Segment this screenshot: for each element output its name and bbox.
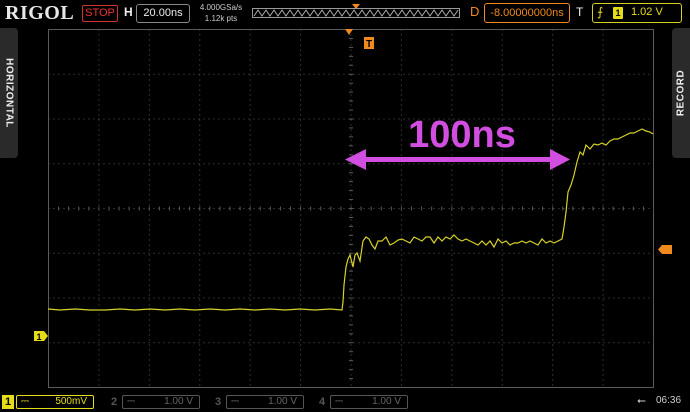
trigger-label: T [576, 5, 584, 19]
channel-1-ground-marker-label: 1 [36, 332, 41, 342]
channel-2-number: 2 [110, 396, 118, 408]
memory-position-strip[interactable] [252, 4, 460, 20]
channel-4-scale: 1.00 V [372, 396, 401, 407]
usb-icon: ⭠ [637, 395, 646, 407]
trigger-source-badge: 1 [613, 7, 623, 19]
channel-1-scale-box: ⎓ 500mV [16, 395, 94, 409]
channel-1-number: 1 [2, 395, 14, 409]
trigger-time-marker[interactable]: T [345, 29, 374, 50]
trigger-level-marker[interactable] [658, 245, 672, 254]
channel-1-ground-marker[interactable]: 1 [34, 331, 48, 342]
rigol-logo: RIGOL [5, 2, 75, 24]
channel-2-scale-box: ⎓ 1.00 V [122, 395, 200, 409]
run-stop-status[interactable]: STOP [82, 5, 118, 22]
sample-rate: 4.000GSa/s [199, 3, 243, 12]
channel-3-number: 3 [214, 396, 222, 408]
dc-coupling-icon: ⎓ [231, 396, 239, 407]
channel-4-number: 4 [318, 396, 326, 408]
trigger-level: 1.02 V [631, 6, 663, 18]
channel-3-scale-box: ⎓ 1.00 V [226, 395, 304, 409]
time-base-button[interactable]: 20.00ns [136, 4, 190, 23]
horizontal-label: H [124, 5, 133, 19]
time-annotation-label: 100ns [408, 114, 516, 156]
top-status-bar: RIGOL STOP H 20.00ns 4.000GSa/s 1.12k pt… [0, 0, 690, 27]
dc-coupling-icon: ⎓ [335, 396, 343, 407]
memory-depth: 1.12k pts [204, 14, 238, 23]
waveform-display[interactable]: 100ns T 1 [0, 27, 690, 390]
clock: 06:36 [656, 395, 682, 406]
channel-1-scale: 500mV [55, 396, 87, 407]
graticule [48, 29, 654, 388]
delay-button[interactable]: -8.00000000ns [484, 3, 570, 23]
channel-2-scale: 1.00 V [164, 396, 193, 407]
channel-bar: 1 ⎓ 500mV 2 ⎓ 1.00 V 3 ⎓ 1.00 V 4 ⎓ 1.00… [0, 392, 690, 412]
acquisition-info: 4.000GSa/s 1.12k pts [194, 2, 248, 24]
channel-3-scale: 1.00 V [268, 396, 297, 407]
center-ticks [48, 29, 654, 388]
dc-coupling-icon: ⎓ [127, 396, 135, 407]
delay-label: D [470, 4, 480, 19]
rising-edge-icon: ⨍ [597, 5, 604, 19]
channel-4-scale-box: ⎓ 1.00 V [330, 395, 408, 409]
trigger-settings-button[interactable]: ⨍ 1 1.02 V [592, 3, 682, 23]
trigger-time-marker-label: T [366, 39, 372, 50]
dc-coupling-icon: ⎓ [21, 396, 29, 407]
